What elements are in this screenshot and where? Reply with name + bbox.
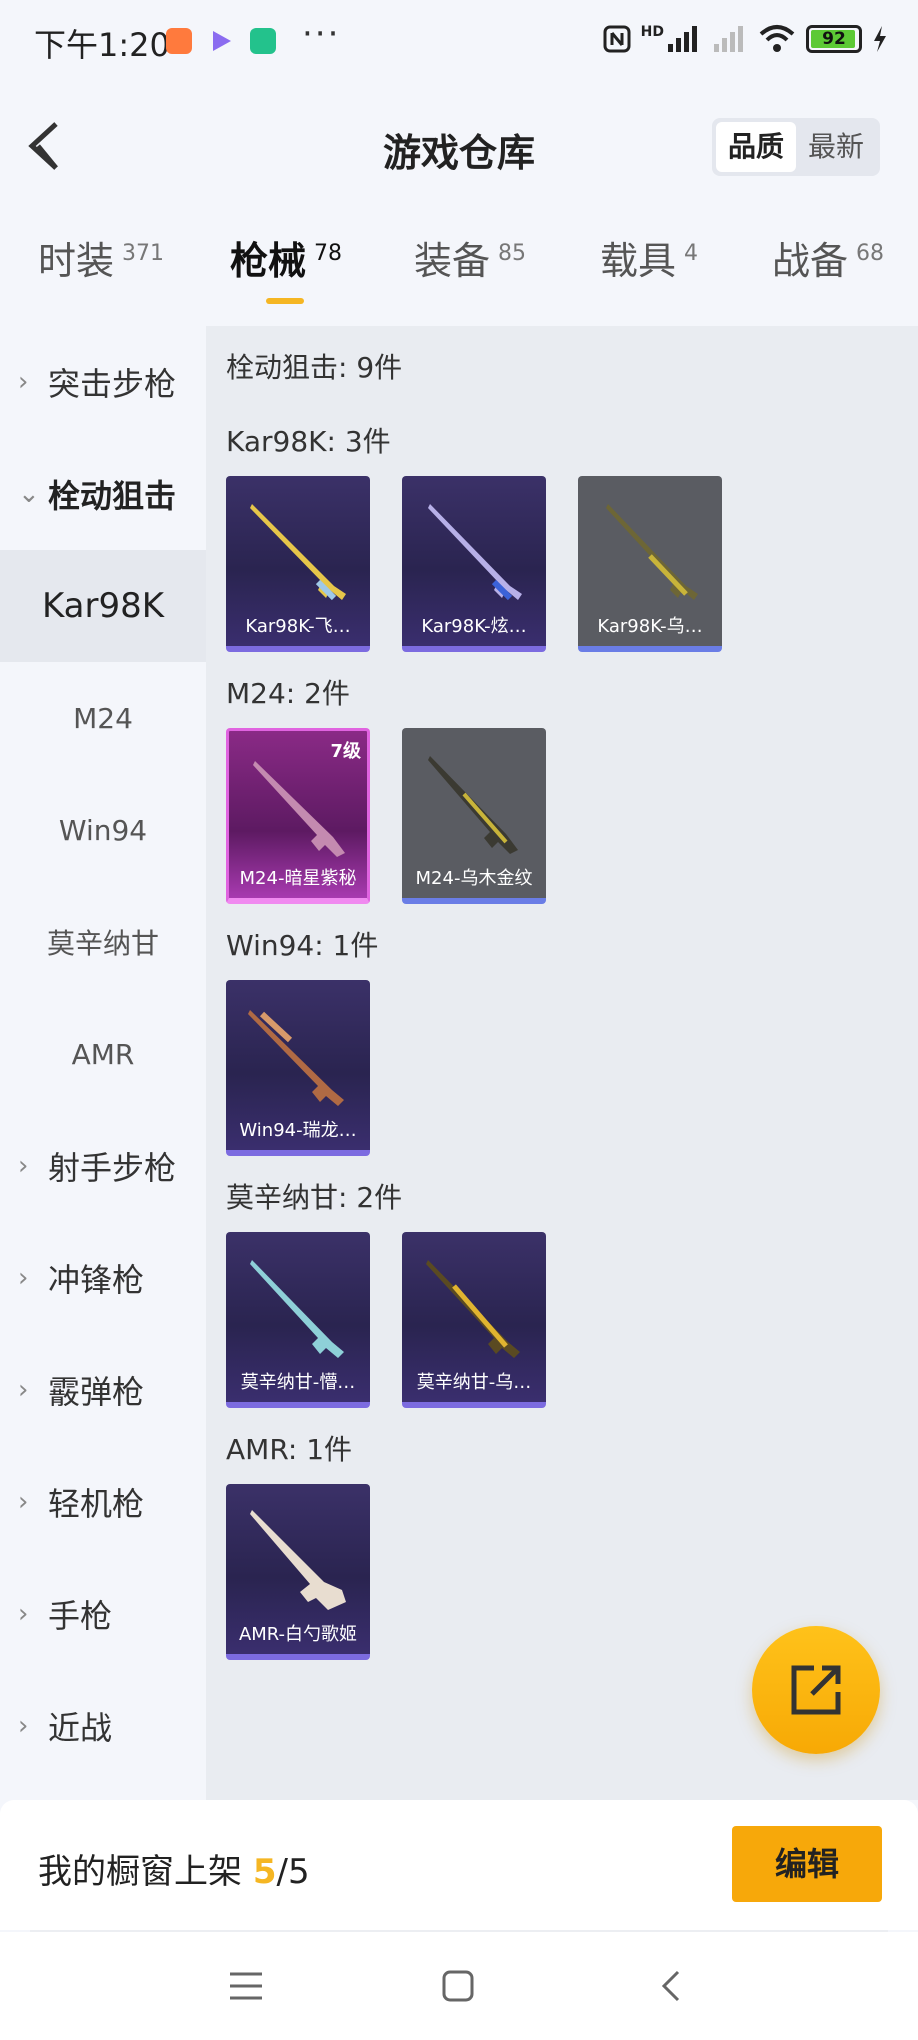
sidebar-item-lmg[interactable]: › 轻机枪 xyxy=(0,1446,206,1558)
chevron-right-icon: › xyxy=(18,1711,29,1741)
sidebar-item-pistol[interactable]: › 手枪 xyxy=(0,1558,206,1670)
sidebar-item-dmr[interactable]: › 射手步枪 xyxy=(0,1110,206,1222)
chevron-right-icon: › xyxy=(18,1375,29,1405)
sort-toggle: 品质 最新 xyxy=(711,118,880,176)
weapon-card[interactable]: M24-乌木金纹 xyxy=(402,728,546,904)
weapon-card[interactable]: Kar98K-乌… xyxy=(578,476,722,652)
nfc-icon xyxy=(603,25,631,53)
weapon-card[interactable]: Win94-瑞龙… xyxy=(226,980,370,1156)
rifle-icon xyxy=(250,1510,346,1610)
charging-icon xyxy=(874,26,886,52)
weapon-card[interactable]: AMR-白勺歌姬 xyxy=(226,1484,370,1660)
weapon-card[interactable]: Kar98K-炫… xyxy=(402,476,546,652)
home-icon[interactable] xyxy=(436,1964,480,2008)
menu-icon[interactable] xyxy=(224,1964,268,2008)
category-summary: 栓动狙击: 9件 xyxy=(226,351,403,384)
status-bar: 下午1:20 ··· HD 92 xyxy=(0,0,918,84)
battery-icon: 92 xyxy=(806,25,862,53)
weapon-card[interactable]: Kar98K-飞… xyxy=(226,476,370,652)
sidebar: › 突击步枪 ⌄ 栓动狙击 Kar98K M24 Win94 莫辛纳甘 AMR › 射… xyxy=(0,326,206,1800)
sidebar-item-shotgun[interactable]: › 霰弹枪 xyxy=(0,1334,206,1446)
weapon-list: 栓动狙击: 9件 Kar98K: 3件 Kar98K-飞… Kar98K-炫… … xyxy=(206,326,918,1800)
rifle-icon xyxy=(250,504,346,601)
hd-label: HD xyxy=(640,24,664,40)
category-tabs: 时装 371 枪械 78 装备 85 载具 4 战备 68 xyxy=(0,230,918,310)
chevron-right-icon: › xyxy=(18,367,29,397)
weapon-card[interactable]: 7级 M24-暗星紫秘 xyxy=(226,728,370,904)
play-app-icon xyxy=(208,28,234,54)
system-nav-bar xyxy=(0,1932,918,2040)
edit-button[interactable]: 编辑 xyxy=(732,1826,882,1902)
status-right: HD 92 xyxy=(603,24,888,54)
more-notifications-icon: ··· xyxy=(302,14,341,54)
rifle-icon xyxy=(606,504,698,600)
header: 游戏仓库 品质 最新 xyxy=(0,84,918,204)
tab-equipment[interactable]: 装备 85 xyxy=(414,230,526,285)
rifle-icon xyxy=(426,1260,520,1358)
rifle-icon xyxy=(428,504,522,601)
sidebar-item-smg[interactable]: › 冲锋枪 xyxy=(0,1222,206,1334)
signal-icon xyxy=(668,26,697,52)
weapon-card[interactable]: 莫辛纳甘-懵… xyxy=(226,1232,370,1408)
share-icon xyxy=(791,1665,841,1715)
share-button[interactable] xyxy=(752,1626,880,1754)
sidebar-item-m24[interactable]: M24 xyxy=(0,662,206,774)
rifle-icon xyxy=(253,761,345,857)
sort-quality-button[interactable]: 品质 xyxy=(715,122,796,172)
signal2-icon xyxy=(714,26,743,52)
tab-supplies[interactable]: 战备 68 xyxy=(772,230,884,285)
sidebar-item-assault-rifle[interactable]: › 突击步枪 xyxy=(0,326,206,438)
chevron-right-icon: › xyxy=(18,1599,29,1629)
level-badge: 7级 xyxy=(330,741,361,762)
tab-vehicles[interactable]: 载具 4 xyxy=(600,230,698,285)
group-title-m24: M24: 2件 xyxy=(226,677,350,710)
chevron-right-icon: › xyxy=(18,1263,29,1293)
group-title-amr: AMR: 1件 xyxy=(226,1433,353,1466)
status-time: 下午1:20 xyxy=(34,26,170,64)
rifle-icon xyxy=(250,1260,344,1358)
sidebar-item-melee[interactable]: › 近战 xyxy=(0,1670,206,1782)
wifi-icon xyxy=(759,25,795,52)
sidebar-item-kar98k[interactable]: Kar98K xyxy=(0,550,206,662)
sidebar-item-win94[interactable]: Win94 xyxy=(0,774,206,886)
rifle-icon xyxy=(428,756,518,854)
sidebar-item-mosin[interactable]: 莫辛纳甘 xyxy=(0,886,206,998)
chevron-right-icon: › xyxy=(18,1487,29,1517)
showcase-status: 我的橱窗上架 5/5 xyxy=(38,1852,310,1892)
rifle-icon xyxy=(248,1010,344,1106)
weapon-card[interactable]: 莫辛纳甘-乌… xyxy=(402,1232,546,1408)
chevron-right-icon: › xyxy=(18,1151,29,1181)
tab-underline xyxy=(266,298,304,304)
sort-latest-button[interactable]: 最新 xyxy=(796,122,876,172)
nav-back-icon[interactable] xyxy=(650,1964,694,2008)
group-title-mosin: 莫辛纳甘: 2件 xyxy=(226,1181,403,1214)
showcase-bar: 我的橱窗上架 5/5 编辑 xyxy=(0,1800,918,1930)
chevron-down-icon: ⌄ xyxy=(18,479,40,509)
shield-app-icon xyxy=(250,28,276,54)
sidebar-item-bolt-sniper[interactable]: ⌄ 栓动狙击 xyxy=(0,438,206,550)
tab-guns[interactable]: 枪械 78 xyxy=(230,230,342,304)
group-title-win94: Win94: 1件 xyxy=(226,929,379,962)
shop-app-icon xyxy=(166,28,192,54)
tab-fashion[interactable]: 时装 371 xyxy=(38,230,164,285)
group-title-kar98k: Kar98K: 3件 xyxy=(226,425,391,458)
sidebar-item-amr[interactable]: AMR xyxy=(0,998,206,1110)
